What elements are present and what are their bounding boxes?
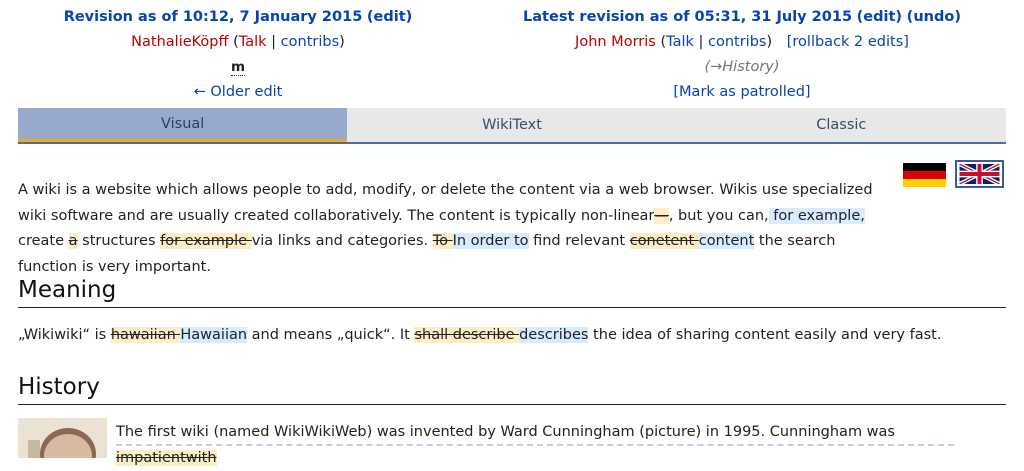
article-paragraph: „Wikiwiki“ is hawaiian Hawaiian and mean… [18,323,1006,349]
right-revision-title[interactable]: Latest revision as of 05:31, 31 July 201… [523,9,852,25]
mark-patrolled-link[interactable]: [Mark as patrolled] [673,84,810,100]
right-user-link[interactable]: John Morris [575,34,656,50]
deleted-text: shall describe [414,327,520,343]
inserted-text: In order to [452,233,529,249]
undo-link[interactable]: undo [913,9,954,25]
right-talk-link[interactable]: Talk [666,34,694,50]
text: structures [77,233,161,249]
text: via links and categories. [251,233,433,249]
left-revision-title[interactable]: Revision as of 10:12, 7 January 2015 [64,9,363,25]
right-revision-header: Latest revision as of 05:31, 31 July 201… [523,9,961,100]
older-edit-link[interactable]: ← Older edit [194,84,283,100]
text: create [18,233,69,249]
link-underline [116,444,954,446]
article-paragraph: A wiki is a website which allows people … [18,178,898,280]
left-talk-link[interactable]: Talk [239,34,267,50]
deleted-text: To [432,233,453,249]
inserted-text: Hawaiian [180,327,248,343]
minor-edit-marker: m [230,59,246,76]
left-revision-header: Revision as of 10:12, 7 January 2015 (ed… [63,9,413,100]
rollback-link[interactable]: [rollback 2 edits] [787,34,909,50]
right-contribs-link[interactable]: contribs [708,34,766,50]
section-heading-history: History [18,372,1006,405]
right-edit-link[interactable]: edit [863,9,895,25]
inserted-text: describes [519,327,589,343]
text: the idea of sharing content easily and v… [588,327,942,343]
uk-flag-button[interactable] [955,160,1004,188]
text: find relevant [528,233,630,249]
diff-view-tabs: Visual WikiText Classic [18,108,1006,144]
german-flag-icon[interactable] [903,163,946,187]
deleted-text: a [68,233,78,249]
section-heading-meaning: Meaning [18,275,1006,308]
tab-wikitext[interactable]: WikiText [347,108,677,142]
portrait-photo [18,418,107,458]
tab-classic[interactable]: Classic [676,108,1006,142]
inserted-text: for example, [768,207,865,224]
left-edit-link[interactable]: edit [374,9,406,25]
uk-flag-icon [959,164,1000,184]
inserted-text: content [698,233,755,249]
left-contribs-link[interactable]: contribs [281,34,339,50]
text: and means „quick“. It [247,327,415,343]
deleted-text: impatientwith [116,449,217,466]
deleted-text: conetent [629,233,699,249]
left-user-link[interactable]: NathalieKöpff [131,34,228,50]
tab-visual[interactable]: Visual [18,108,348,142]
text: „Wikiwiki“ is [18,327,111,343]
text: , but you can, [668,207,769,224]
deleted-text: — [654,207,669,224]
edit-summary: (→History) [704,59,780,75]
deleted-text: for example [160,233,252,249]
deleted-text: hawaiian [110,327,181,343]
text: The first wiki (named WikiWikiWeb) was i… [116,424,895,440]
